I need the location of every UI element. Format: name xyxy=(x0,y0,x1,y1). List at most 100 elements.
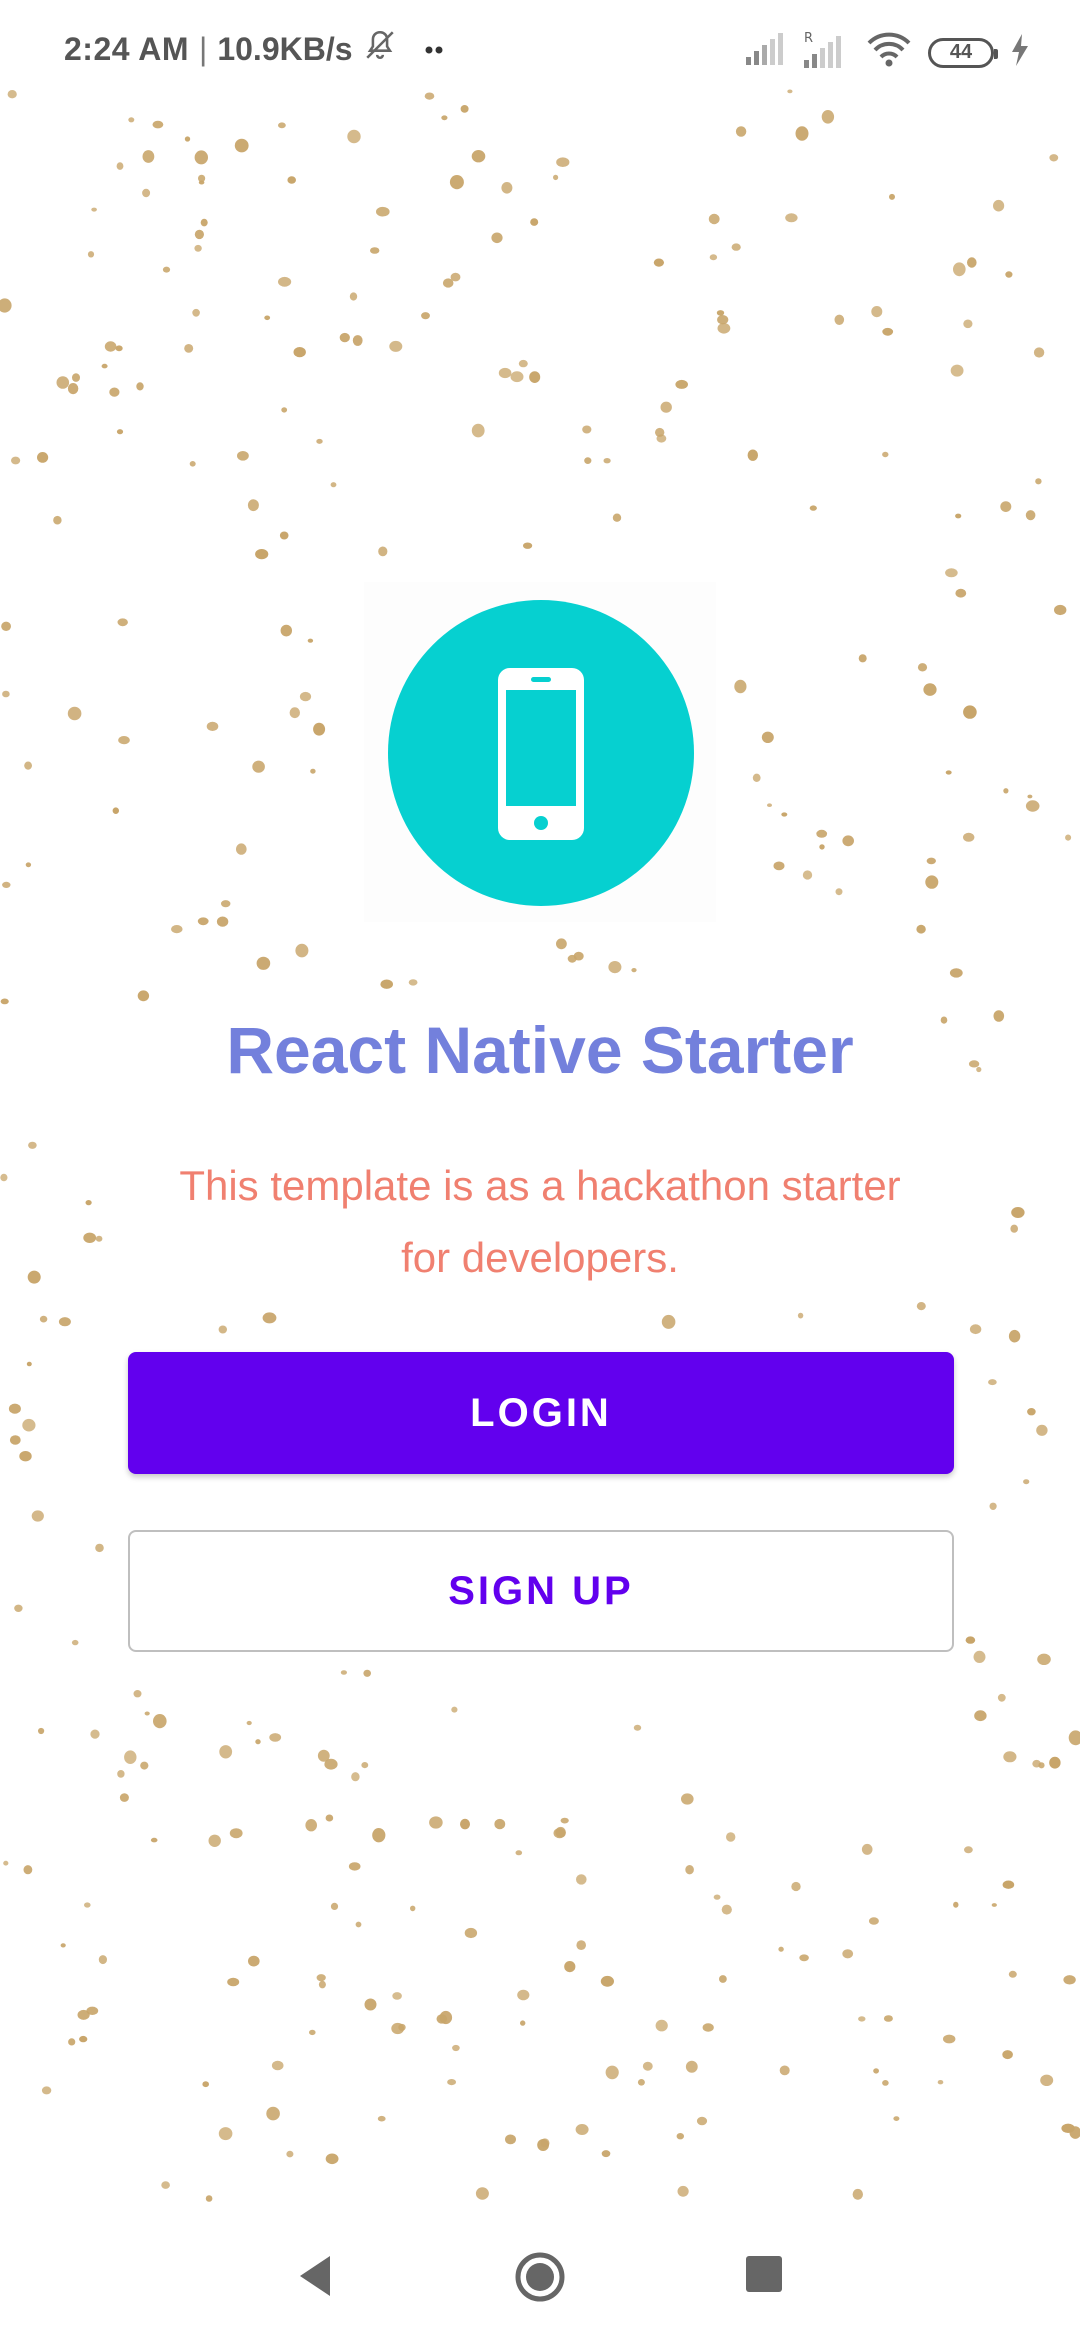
confetti-dot xyxy=(53,515,62,525)
confetti-dot xyxy=(317,1749,330,1762)
confetti-dot xyxy=(380,979,394,989)
confetti-dot xyxy=(271,2060,284,2071)
confetti-dot xyxy=(1040,2074,1054,2086)
confetti-dot xyxy=(471,423,485,438)
confetti-dot xyxy=(372,1828,386,1843)
confetti-dot xyxy=(31,1510,44,1522)
confetti-dot xyxy=(37,452,49,463)
confetti-dot xyxy=(991,1903,997,1907)
confetti-dot xyxy=(834,314,845,325)
confetti-dot xyxy=(67,706,82,721)
confetti-dot xyxy=(421,312,430,320)
confetti-dot xyxy=(517,1989,530,2001)
confetti-dot xyxy=(520,2020,526,2026)
confetti-dot xyxy=(184,136,191,142)
confetti-dot xyxy=(194,229,204,240)
confetti-dot xyxy=(361,1762,369,1769)
confetti-dot xyxy=(510,371,524,383)
confetti-dot xyxy=(797,1312,804,1319)
status-time: 2:24 AM xyxy=(64,30,190,67)
confetti-dot xyxy=(1025,510,1036,521)
confetti-dot xyxy=(752,773,761,782)
confetti-dot xyxy=(882,451,889,458)
confetti-dot xyxy=(529,371,541,383)
confetti-dot xyxy=(1025,800,1040,812)
status-bar-left: 2:24 AM | 10.9KB/s xyxy=(64,28,447,70)
login-button[interactable]: LOGIN xyxy=(128,1352,954,1474)
confetti-dot xyxy=(439,2010,453,2025)
confetti-dot xyxy=(799,1954,809,1962)
confetti-dot xyxy=(255,1739,261,1745)
confetti-dot xyxy=(355,1921,362,1928)
confetti-dot xyxy=(377,2115,386,2122)
confetti-dot xyxy=(218,2127,233,2141)
confetti-dot xyxy=(1023,1479,1030,1485)
confetti-dot xyxy=(925,875,939,889)
confetti-dot xyxy=(719,1975,727,1983)
confetti-dot xyxy=(347,129,361,144)
confetti-dot xyxy=(842,835,854,847)
confetti-dot xyxy=(340,1670,347,1675)
confetti-dot xyxy=(236,843,247,855)
confetti-dot xyxy=(392,1992,402,2000)
confetti-dot xyxy=(142,188,151,198)
confetti-dot xyxy=(246,1720,252,1726)
confetti-dot xyxy=(234,138,249,153)
confetti-dot xyxy=(206,721,219,732)
confetti-dot xyxy=(0,298,12,313)
charging-bolt-icon xyxy=(1010,34,1030,71)
confetti-dot xyxy=(852,2188,863,2200)
confetti-dot xyxy=(197,917,209,926)
confetti-dot xyxy=(152,120,164,129)
confetti-dot xyxy=(60,1943,66,1948)
confetti-dot xyxy=(460,1818,470,1830)
confetti-dot xyxy=(91,207,97,212)
confetti-dot xyxy=(26,1361,32,1367)
confetti-dot xyxy=(656,434,667,443)
signal-roaming-icon: R xyxy=(802,30,850,75)
confetti-dot xyxy=(747,449,758,461)
confetti-dot xyxy=(735,126,747,137)
confetti-dot xyxy=(965,1636,976,1644)
home-icon[interactable] xyxy=(514,2251,566,2303)
confetti-dot xyxy=(58,1317,71,1327)
confetti-dot xyxy=(87,251,95,258)
confetti-dot xyxy=(252,760,265,773)
recents-icon[interactable] xyxy=(746,2256,782,2292)
confetti-dot xyxy=(23,1865,33,1875)
confetti-dot xyxy=(22,1418,36,1432)
confetti-dot xyxy=(584,457,592,464)
confetti-dot xyxy=(293,347,306,358)
confetti-dot xyxy=(262,1312,277,1324)
confetti-dot xyxy=(1038,1762,1045,1769)
confetti-dot xyxy=(963,832,975,842)
confetti-dot xyxy=(25,862,32,868)
confetti-dot xyxy=(761,731,774,743)
confetti-dot xyxy=(1002,1880,1015,1889)
confetti-dot xyxy=(791,1881,801,1892)
confetti-dot xyxy=(441,115,448,121)
confetti-dot xyxy=(452,2044,460,2052)
confetti-dot xyxy=(227,1977,240,1987)
confetti-dot xyxy=(192,308,200,317)
confetti-dot xyxy=(14,1604,23,1613)
confetti-dot xyxy=(218,1325,227,1334)
confetti-dot xyxy=(248,1955,260,1967)
confetti-dot xyxy=(709,254,718,261)
confetti-dot xyxy=(247,499,259,512)
confetti-dot xyxy=(24,761,32,770)
confetti-dot xyxy=(1010,1224,1018,1233)
confetti-dot xyxy=(95,1235,103,1242)
confetti-dot xyxy=(675,379,688,389)
confetti-dot xyxy=(67,383,79,395)
confetti-dot xyxy=(295,943,309,958)
confetti-dot xyxy=(989,1502,997,1511)
confetti-dot xyxy=(969,1324,982,1335)
confetti-dot xyxy=(128,117,135,123)
back-icon[interactable] xyxy=(296,2254,334,2298)
confetti-dot xyxy=(716,310,725,316)
confetti-dot xyxy=(216,916,229,927)
confetti-dot xyxy=(2,881,11,889)
signup-button[interactable]: SIGN UP xyxy=(128,1530,954,1652)
confetti-dot xyxy=(1002,2050,1013,2060)
